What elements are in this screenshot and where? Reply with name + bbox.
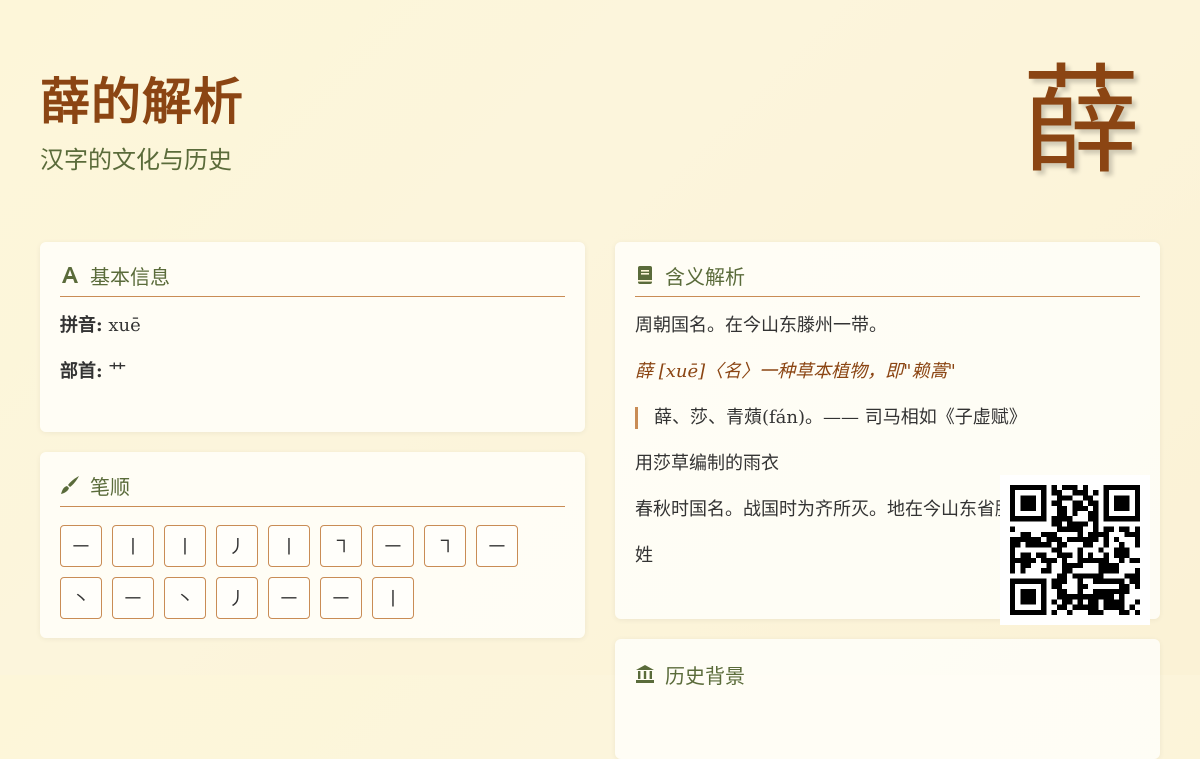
pinyin-label: 拼音: (60, 315, 103, 336)
stroke-item[interactable]: 丶 (60, 577, 102, 619)
font-icon (62, 267, 78, 283)
stroke-item[interactable]: ㇐ (60, 525, 102, 567)
stroke-item[interactable]: 丨 (164, 525, 206, 567)
stroke-order-card: 笔顺 ㇐ 丨 丨 丿 丨 ㇕ ㇐ ㇕ ㇐ 丶 ㇐ 丶 丿 ㇐ ㇐ 丨 (40, 452, 585, 638)
stroke-item[interactable]: 丨 (268, 525, 310, 567)
stroke-item[interactable]: 丨 (372, 577, 414, 619)
stroke-item[interactable]: ㇐ (320, 577, 362, 619)
basic-info-card: 基本信息 拼音: xuē 部首: 艹 (40, 242, 585, 432)
radical-value: 艹 (108, 361, 127, 382)
stroke-item[interactable]: ㇕ (424, 525, 466, 567)
stroke-item[interactable]: 丿 (216, 525, 258, 567)
pinyin-row: 拼音: xuē (60, 315, 565, 337)
stroke-item[interactable]: 丨 (112, 525, 154, 567)
brush-icon (61, 476, 79, 494)
stroke-item[interactable]: ㇐ (372, 525, 414, 567)
stroke-item[interactable]: ㇐ (112, 577, 154, 619)
page-subtitle: 汉字的文化与历史 (40, 146, 232, 174)
stroke-order-header: 笔顺 (60, 472, 565, 507)
meaning-line: 周朝国名。在今山东滕州一带。 (635, 315, 887, 336)
page-title: 薛的解析 (40, 72, 244, 131)
meaning-definition: 薛 [xuē]〈名〉一种草本植物，即"赖蒿" (635, 361, 956, 382)
radical-label: 部首: (60, 361, 103, 382)
meaning-title: 含义解析 (665, 264, 745, 289)
stroke-order-title: 笔顺 (90, 474, 130, 499)
radical-row: 部首: 艹 (60, 361, 565, 383)
history-card: 历史背景 (615, 639, 1160, 759)
meaning-header: 含义解析 (635, 262, 1140, 297)
basic-info-title: 基本信息 (90, 264, 170, 289)
pinyin-value: xuē (108, 315, 141, 336)
stroke-item[interactable]: ㇕ (320, 525, 362, 567)
stroke-item[interactable]: 丿 (216, 577, 258, 619)
basic-info-header: 基本信息 (60, 262, 565, 297)
history-title: 历史背景 (665, 663, 745, 688)
stroke-item[interactable]: ㇐ (476, 525, 518, 567)
book-icon (638, 266, 652, 284)
stroke-item[interactable]: ㇐ (268, 577, 310, 619)
featured-character: 薛 (1021, 52, 1140, 190)
stroke-list: ㇐ 丨 丨 丿 丨 ㇕ ㇐ ㇕ ㇐ 丶 ㇐ 丶 丿 ㇐ ㇐ 丨 (60, 525, 550, 619)
history-header: 历史背景 (635, 661, 1140, 695)
landmark-icon (636, 665, 654, 683)
meaning-line: 用莎草编制的雨衣 (635, 453, 779, 474)
qr-code[interactable] (1000, 475, 1150, 625)
meaning-quote: 薛、莎、青薠(fán)。—— 司马相如《子虚赋》 (635, 407, 1140, 429)
qr-code-image (1010, 485, 1140, 615)
stroke-item[interactable]: 丶 (164, 577, 206, 619)
